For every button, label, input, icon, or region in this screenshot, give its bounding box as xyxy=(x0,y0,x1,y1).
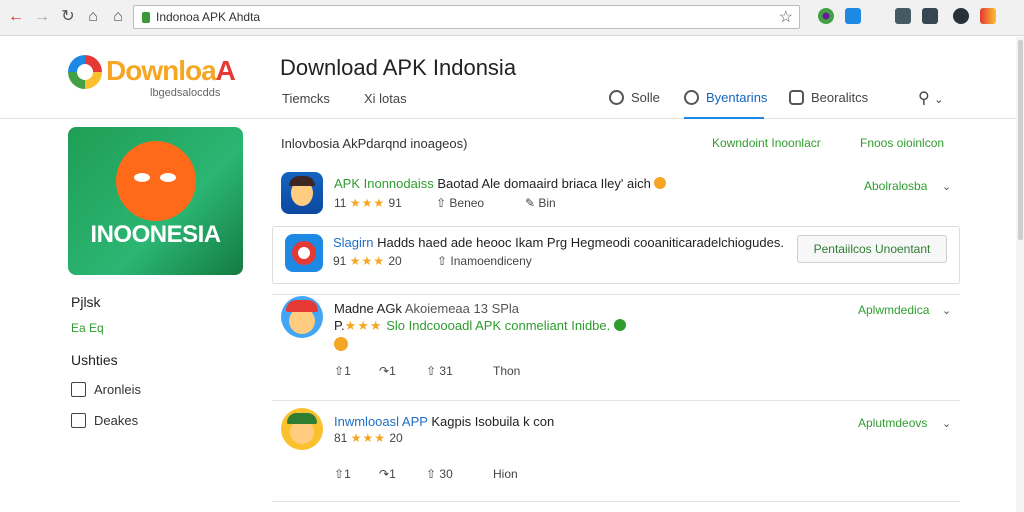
browser-toolbar: ← → ↻ ⌂ ⌂ Indonoa APK Ahdta ☆ xyxy=(0,0,1024,36)
app-title[interactable]: APK Inonnodaiss Baotad Ale domaaird bria… xyxy=(334,176,667,191)
list-header-link[interactable]: Kowndoint Inoonlacr xyxy=(712,136,821,150)
comment-action[interactable]: ⇧ 30 xyxy=(426,467,453,481)
badge-icon xyxy=(654,177,667,189)
app-title[interactable]: Inwmlooasl APP Kagpis Isobuila k con xyxy=(334,414,554,429)
upvote-action[interactable]: ⇧1 xyxy=(334,467,351,481)
document-icon xyxy=(71,382,86,397)
verified-icon xyxy=(613,319,626,331)
info-action[interactable]: Hion xyxy=(493,467,518,481)
sidebar-link[interactable]: Aronleis xyxy=(94,382,141,397)
home-icon[interactable]: ⌂ xyxy=(83,7,103,27)
extension-icon[interactable] xyxy=(922,8,938,24)
sidebar-heading: Ushties xyxy=(71,352,118,368)
back-icon[interactable]: ← xyxy=(6,7,26,27)
app-action-link[interactable]: Aplutmdeovs xyxy=(858,416,927,430)
divider xyxy=(272,501,960,502)
list-item-highlighted[interactable]: Slagirn Hadds haed ade heooc Ikam Prg He… xyxy=(272,226,960,284)
upvote-action[interactable]: ⇧1 xyxy=(334,364,351,378)
minus-box-icon xyxy=(71,413,86,428)
list-header-link[interactable]: Fnoos oioinlcon xyxy=(860,136,944,150)
tab-solle[interactable]: Solle xyxy=(609,84,660,119)
comment-action[interactable]: ⇧ 31 xyxy=(426,364,453,378)
download-button[interactable]: Pentaiilcos Unoentant xyxy=(797,235,947,263)
app-rating: 11 ★★★ 91 xyxy=(334,196,402,210)
app-action-link[interactable]: Aplwmdedica xyxy=(858,303,929,317)
search-icon[interactable]: ⚲ ⌄ xyxy=(918,88,943,108)
site-logo[interactable]: DownloaA xyxy=(106,55,236,87)
app-title[interactable]: Madne AGk Akoiemeaa 13 SPla xyxy=(334,301,519,316)
badge-icon xyxy=(334,337,348,351)
subnav-link[interactable]: Xi lotas xyxy=(364,91,407,106)
chevron-down-icon[interactable]: ⌄ xyxy=(942,417,951,430)
share-action[interactable]: ↷1 xyxy=(379,467,396,481)
url-text: Indonoa APK Ahdta xyxy=(156,10,261,24)
forward-icon[interactable]: → xyxy=(32,7,52,27)
extension-icon[interactable] xyxy=(953,8,969,24)
extension-icon[interactable] xyxy=(845,8,861,24)
mascot-image xyxy=(116,141,196,221)
app-meta: ✎ Bin xyxy=(525,196,556,210)
logo-icon[interactable] xyxy=(68,55,102,89)
site-header: DownloaA lbgedsalocdds Download APK Indo… xyxy=(0,37,1024,119)
star-icon[interactable]: ☆ xyxy=(779,7,793,27)
banner-text: INOONESIA xyxy=(90,221,221,248)
reload-icon[interactable]: ↻ xyxy=(58,7,78,27)
extension-icon[interactable] xyxy=(980,8,996,24)
clock-icon xyxy=(609,90,624,105)
sidebar-heading: Pjlsk xyxy=(71,294,101,310)
tab-byentarins[interactable]: Byentarins xyxy=(684,84,767,119)
extension-icon[interactable] xyxy=(895,8,911,24)
sidebar-link[interactable]: Deakes xyxy=(94,413,138,428)
address-bar[interactable]: Indonoa APK Ahdta ☆ xyxy=(133,5,800,29)
share-action[interactable]: ↷1 xyxy=(379,364,396,378)
divider xyxy=(272,400,960,401)
sidebar-subtext: Ea Eq xyxy=(71,321,104,335)
extension-icon[interactable] xyxy=(818,8,834,24)
divider xyxy=(272,294,960,295)
chevron-down-icon[interactable]: ⌄ xyxy=(942,304,951,317)
app-icon[interactable] xyxy=(281,172,323,214)
scrollbar-thumb[interactable] xyxy=(1018,40,1023,240)
page-title: Download APK Indonsia xyxy=(280,55,517,80)
app-description: P.★★★ Slo Indcoooadl APK conmeliant Inid… xyxy=(334,318,626,334)
app-rating: 81 ★★★ 20 xyxy=(334,431,403,445)
list-heading: Inlovbosia AkPdarqnd inoageos) xyxy=(281,136,468,151)
app-icon[interactable] xyxy=(281,408,323,450)
app-icon[interactable] xyxy=(285,234,323,272)
app-title[interactable]: Slagirn Hadds haed ade heooc Ikam Prg He… xyxy=(333,235,784,250)
app-action-link[interactable]: Abolralosba xyxy=(864,179,927,193)
app-meta: ⇧ Inamoendiceny xyxy=(437,254,532,268)
app-meta: ⇧ Beneo xyxy=(436,196,485,210)
logo-tagline: lbgedsalocdds xyxy=(150,87,221,99)
app-rating: 91 ★★★ 20 xyxy=(333,254,402,268)
tab-beoralitcs[interactable]: Beoralitcs xyxy=(789,84,868,119)
featured-banner[interactable]: INOONESIA xyxy=(68,127,243,275)
home-alt-icon[interactable]: ⌂ xyxy=(108,7,128,27)
subnav-link[interactable]: Tiemcks xyxy=(282,91,330,106)
info-action[interactable]: Thon xyxy=(493,364,520,378)
search-icon xyxy=(684,90,699,105)
secure-lock-icon xyxy=(142,12,150,23)
chevron-down-icon[interactable]: ⌄ xyxy=(942,180,951,193)
app-icon[interactable] xyxy=(281,296,323,338)
chat-icon xyxy=(789,90,804,105)
